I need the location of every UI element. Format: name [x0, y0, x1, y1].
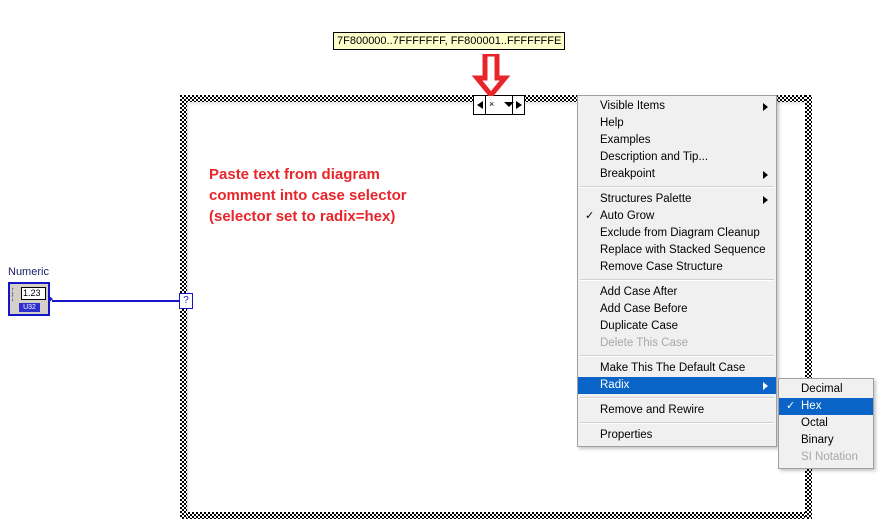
numeric-value[interactable]: 1.23: [21, 287, 46, 300]
menu-item-label: Remove and Rewire: [600, 404, 705, 416]
case-selector-terminal[interactable]: ?: [179, 293, 193, 309]
menu-item-auto-grow[interactable]: ✓ Auto Grow: [578, 208, 776, 225]
submenu-arrow-icon: [763, 196, 768, 204]
menu-item-examples[interactable]: Examples: [578, 132, 776, 149]
text-cursor-icon: ×: [489, 99, 495, 109]
red-down-arrow-icon: [472, 54, 510, 96]
menu-item-label: Breakpoint: [600, 168, 655, 180]
menu-item-label: Delete This Case: [600, 337, 688, 349]
menu-item-label: Auto Grow: [600, 210, 655, 222]
annotation-text: Paste text from diagram comment into cas…: [209, 164, 407, 227]
menu-item-add-case-after[interactable]: Add Case After: [578, 284, 776, 301]
menu-item-label: Add Case Before: [600, 303, 688, 315]
menu-item-delete-this-case: Delete This Case: [578, 335, 776, 352]
menu-item-exclude-from-diagram-cleanup[interactable]: Exclude from Diagram Cleanup: [578, 225, 776, 242]
signal-wire[interactable]: [52, 300, 184, 302]
menu-item-label: Structures Palette: [600, 193, 692, 205]
menu-item-structures-palette[interactable]: Structures Palette: [578, 191, 776, 208]
menu-item-label: Replace with Stacked Sequence: [600, 244, 766, 256]
menu-item-label: SI Notation: [801, 451, 858, 463]
menu-item-visible-items[interactable]: Visible Items: [578, 98, 776, 115]
spinner-icon[interactable]: [12, 287, 20, 302]
menu-item-label: Hex: [801, 400, 822, 412]
check-icon: ✓: [585, 210, 595, 222]
check-icon: ✓: [786, 400, 796, 412]
numeric-label: Numeric: [8, 266, 49, 278]
radix-submenu[interactable]: Decimal ✓ Hex Octal Binary SI Notation: [778, 378, 874, 469]
menu-item-label: Visible Items: [600, 100, 665, 112]
submenu-arrow-icon: [763, 171, 768, 179]
case-selector-prev-button[interactable]: [474, 96, 486, 114]
datatype-badge: U32: [19, 303, 40, 312]
radix-item-si-notation: SI Notation: [779, 449, 873, 466]
menu-separator: [580, 422, 774, 424]
menu-item-label: Exclude from Diagram Cleanup: [600, 227, 760, 239]
radix-item-hex[interactable]: ✓ Hex: [779, 398, 873, 415]
annotation-line-2: comment into case selector: [209, 187, 407, 204]
menu-separator: [580, 397, 774, 399]
menu-item-label: Help: [600, 117, 624, 129]
left-arrow-icon: [476, 101, 483, 109]
numeric-terminal[interactable]: 1.23 U32: [8, 282, 53, 316]
menu-item-label: Duplicate Case: [600, 320, 678, 332]
menu-item-label: Octal: [801, 417, 828, 429]
menu-item-duplicate-case[interactable]: Duplicate Case: [578, 318, 776, 335]
menu-item-description-and-tip[interactable]: Description and Tip...: [578, 149, 776, 166]
right-arrow-icon: [515, 101, 522, 109]
chevron-down-icon[interactable]: [504, 102, 514, 107]
menu-item-make-this-the-default-case[interactable]: Make This The Default Case: [578, 360, 776, 377]
menu-item-label: Decimal: [801, 383, 843, 395]
menu-item-properties[interactable]: Properties: [578, 427, 776, 444]
radix-item-decimal[interactable]: Decimal: [779, 381, 873, 398]
numeric-control-group: Numeric 1.23 U32: [8, 266, 53, 316]
annotation-line-1: Paste text from diagram: [209, 166, 380, 183]
annotation-line-3: (selector set to radix=hex): [209, 208, 396, 225]
menu-item-label: Description and Tip...: [600, 151, 709, 163]
menu-separator: [580, 186, 774, 188]
menu-item-radix[interactable]: Radix: [578, 377, 776, 394]
menu-item-label: Make This The Default Case: [600, 362, 746, 374]
menu-item-breakpoint[interactable]: Breakpoint: [578, 166, 776, 183]
menu-separator: [580, 355, 774, 357]
menu-item-label: Add Case After: [600, 286, 678, 298]
submenu-arrow-icon: [763, 382, 768, 390]
menu-item-add-case-before[interactable]: Add Case Before: [578, 301, 776, 318]
menu-item-help[interactable]: Help: [578, 115, 776, 132]
context-menu[interactable]: Visible Items Help Examples Description and…: [577, 95, 777, 447]
menu-item-label: Remove Case Structure: [600, 261, 723, 273]
menu-item-replace-with-stacked-sequence[interactable]: Replace with Stacked Sequence: [578, 242, 776, 259]
case-selector-text[interactable]: ×: [486, 96, 514, 114]
menu-item-remove-case-structure[interactable]: Remove Case Structure: [578, 259, 776, 276]
diagram-comment[interactable]: 7F800000..7FFFFFFF, FF800001..FFFFFFFE: [333, 32, 566, 50]
menu-item-label: Examples: [600, 134, 651, 146]
submenu-arrow-icon: [763, 103, 768, 111]
menu-item-label: Binary: [801, 434, 834, 446]
radix-item-binary[interactable]: Binary: [779, 432, 873, 449]
radix-item-octal[interactable]: Octal: [779, 415, 873, 432]
menu-item-remove-and-rewire[interactable]: Remove and Rewire: [578, 402, 776, 419]
menu-item-label: Properties: [600, 429, 653, 441]
case-structure-bottom-edge: [180, 512, 812, 519]
menu-item-label: Radix: [600, 379, 630, 391]
menu-separator: [580, 279, 774, 281]
case-selector-label[interactable]: ×: [473, 95, 525, 115]
